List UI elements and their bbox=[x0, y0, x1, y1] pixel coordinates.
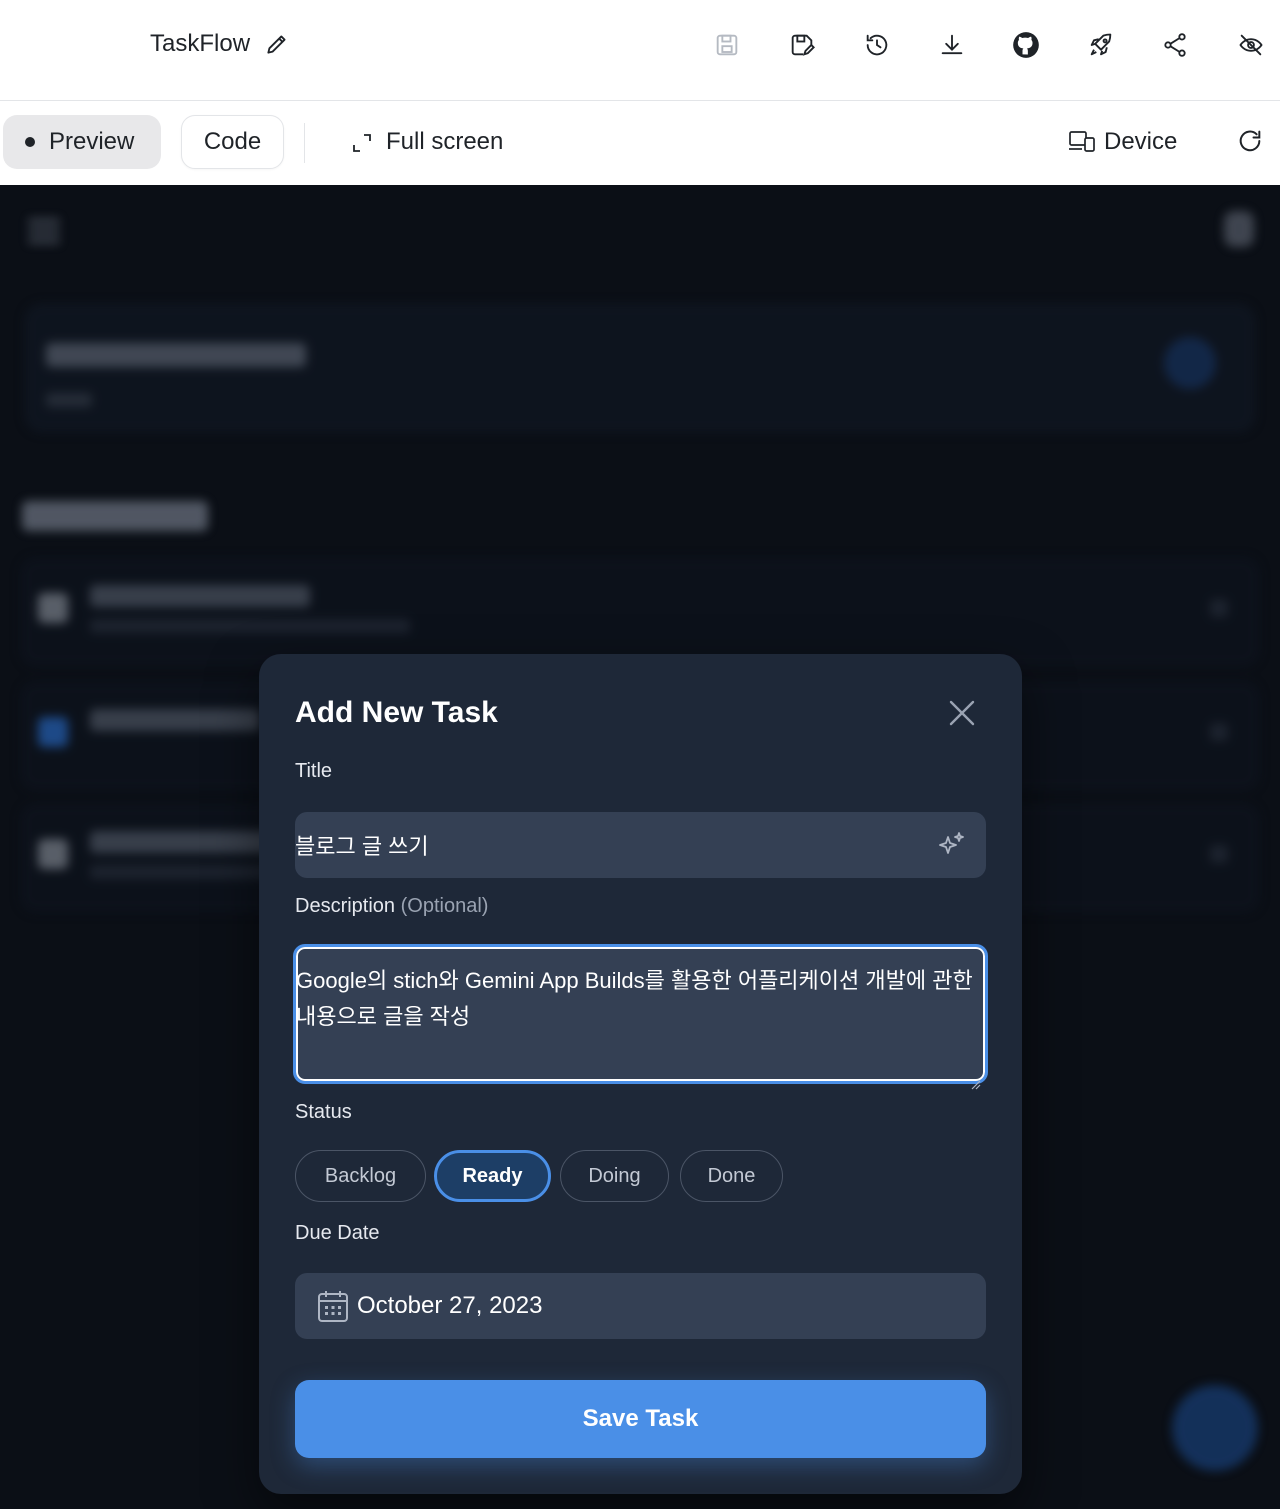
avatar bbox=[1224, 211, 1254, 247]
code-tab-label: Code bbox=[203, 128, 262, 155]
expand-icon bbox=[352, 132, 372, 152]
fullscreen-label: Full screen bbox=[386, 128, 504, 155]
device-button[interactable]: Device bbox=[1068, 115, 1177, 169]
refresh-icon[interactable] bbox=[1236, 127, 1266, 157]
modal-title: Add New Task bbox=[295, 696, 498, 729]
due-date-label: Due Date bbox=[295, 1222, 380, 1244]
save-task-button[interactable]: Save Task bbox=[295, 1380, 986, 1458]
due-date-input[interactable]: October 27, 2023 bbox=[295, 1273, 986, 1339]
download-icon[interactable] bbox=[935, 28, 969, 62]
due-date-value: October 27, 2023 bbox=[357, 1292, 543, 1319]
save-as-icon[interactable] bbox=[785, 28, 819, 62]
add-fab-button bbox=[1172, 1385, 1258, 1471]
calendar-icon[interactable] bbox=[317, 1289, 349, 1323]
title-input[interactable]: 블로그 글 쓰기 bbox=[295, 812, 986, 878]
description-label: Description (Optional) bbox=[295, 895, 488, 918]
preview-toolbar: Preview Code Full screen Device bbox=[0, 101, 1280, 185]
description-label-text: Description bbox=[295, 895, 396, 917]
history-icon[interactable] bbox=[860, 28, 894, 62]
description-optional: (Optional) bbox=[400, 895, 489, 917]
toolbar-divider bbox=[304, 123, 305, 163]
share-icon[interactable] bbox=[1158, 28, 1192, 62]
status-chip-doing[interactable]: Doing bbox=[560, 1150, 669, 1202]
title-label: Title bbox=[295, 760, 333, 782]
title-input-value: 블로그 글 쓰기 bbox=[295, 834, 429, 859]
section-heading bbox=[22, 501, 208, 531]
resize-handle-icon[interactable] bbox=[969, 1065, 981, 1090]
app-preview: Add New Task Title 블로그 글 쓰기 Description … bbox=[0, 185, 1280, 1509]
ai-sparkle-icon[interactable] bbox=[936, 829, 968, 861]
preview-tab[interactable]: Preview bbox=[3, 115, 161, 169]
app-title: TaskFlow bbox=[150, 30, 251, 57]
app-title-group: TaskFlow bbox=[150, 30, 290, 58]
status-chip-ready[interactable]: Ready bbox=[434, 1150, 551, 1202]
background-title bbox=[585, 215, 593, 249]
list-item bbox=[20, 557, 1260, 667]
device-label: Device bbox=[1104, 128, 1178, 155]
save-icon[interactable] bbox=[710, 28, 744, 62]
app-header: TaskFlow bbox=[0, 0, 1280, 101]
summary-card bbox=[24, 303, 1256, 433]
status-chip-backlog[interactable]: Backlog bbox=[295, 1150, 426, 1202]
status-label: Status bbox=[295, 1101, 352, 1123]
menu-icon bbox=[28, 219, 60, 243]
active-dot-icon bbox=[25, 137, 35, 147]
fullscreen-button[interactable]: Full screen bbox=[352, 115, 503, 169]
device-icon bbox=[1068, 129, 1096, 155]
preview-tab-label: Preview bbox=[49, 128, 135, 155]
close-icon[interactable] bbox=[947, 698, 977, 728]
hide-icon[interactable] bbox=[1234, 28, 1268, 62]
code-tab[interactable]: Code bbox=[181, 115, 284, 169]
deploy-rocket-icon[interactable] bbox=[1084, 28, 1118, 62]
status-chip-done[interactable]: Done bbox=[680, 1150, 783, 1202]
description-value: Google의 stich와 Gemini App Builds를 활용한 어플… bbox=[296, 968, 973, 1029]
add-task-modal: Add New Task Title 블로그 글 쓰기 Description … bbox=[259, 654, 1022, 1494]
description-textarea[interactable]: Google의 stich와 Gemini App Builds를 활용한 어플… bbox=[293, 944, 988, 1090]
github-icon[interactable] bbox=[1009, 28, 1043, 62]
edit-title-icon[interactable] bbox=[264, 31, 290, 57]
